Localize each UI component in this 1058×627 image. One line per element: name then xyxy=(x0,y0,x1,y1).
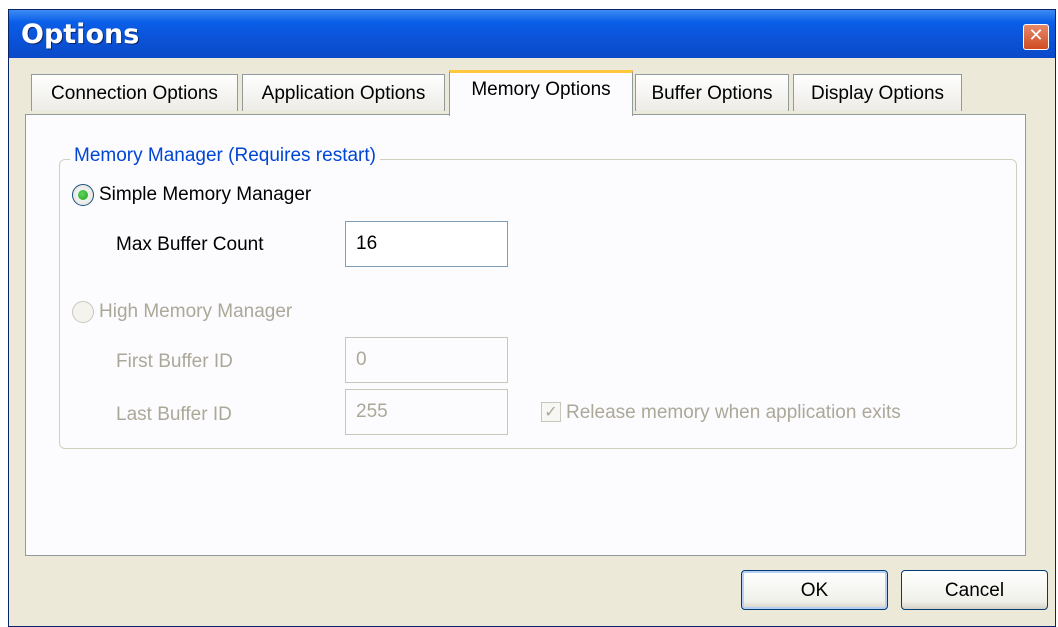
first-buffer-id-label: First Buffer ID xyxy=(116,351,233,372)
radio-selected-dot xyxy=(78,190,88,200)
simple-memory-manager-radio[interactable] xyxy=(72,184,94,206)
simple-memory-manager-label[interactable]: Simple Memory Manager xyxy=(99,184,311,206)
tab-connection-options[interactable]: Connection Options xyxy=(31,74,238,111)
release-memory-label[interactable]: Release memory when application exits xyxy=(566,402,901,424)
tab-memory-options[interactable]: Memory Options xyxy=(449,70,633,116)
ok-button[interactable]: OK xyxy=(741,570,888,610)
last-buffer-id-label: Last Buffer ID xyxy=(116,404,232,425)
max-buffer-count-label: Max Buffer Count xyxy=(116,234,264,255)
memory-options-panel: Memory Manager (Requires restart) Simple… xyxy=(25,114,1026,556)
last-buffer-id-input[interactable]: 255 xyxy=(345,389,508,435)
memory-manager-group-label: Memory Manager (Requires restart) xyxy=(70,145,380,167)
cancel-button[interactable]: Cancel xyxy=(901,570,1048,610)
release-memory-checkbox[interactable]: ✓ xyxy=(541,402,561,422)
title-bar[interactable]: Options ✕ xyxy=(9,10,1055,58)
close-icon[interactable]: ✕ xyxy=(1023,24,1049,50)
tab-buffer-options[interactable]: Buffer Options xyxy=(635,74,789,111)
window-title: Options xyxy=(21,19,140,50)
max-buffer-count-input[interactable]: 16 xyxy=(345,221,508,267)
high-memory-manager-label[interactable]: High Memory Manager xyxy=(99,301,292,323)
tab-application-options[interactable]: Application Options xyxy=(242,74,445,111)
first-buffer-id-input[interactable]: 0 xyxy=(345,337,508,383)
tab-display-options[interactable]: Display Options xyxy=(793,74,962,111)
high-memory-manager-radio[interactable] xyxy=(72,301,94,323)
options-dialog: Options ✕ Connection Options Application… xyxy=(8,9,1056,627)
